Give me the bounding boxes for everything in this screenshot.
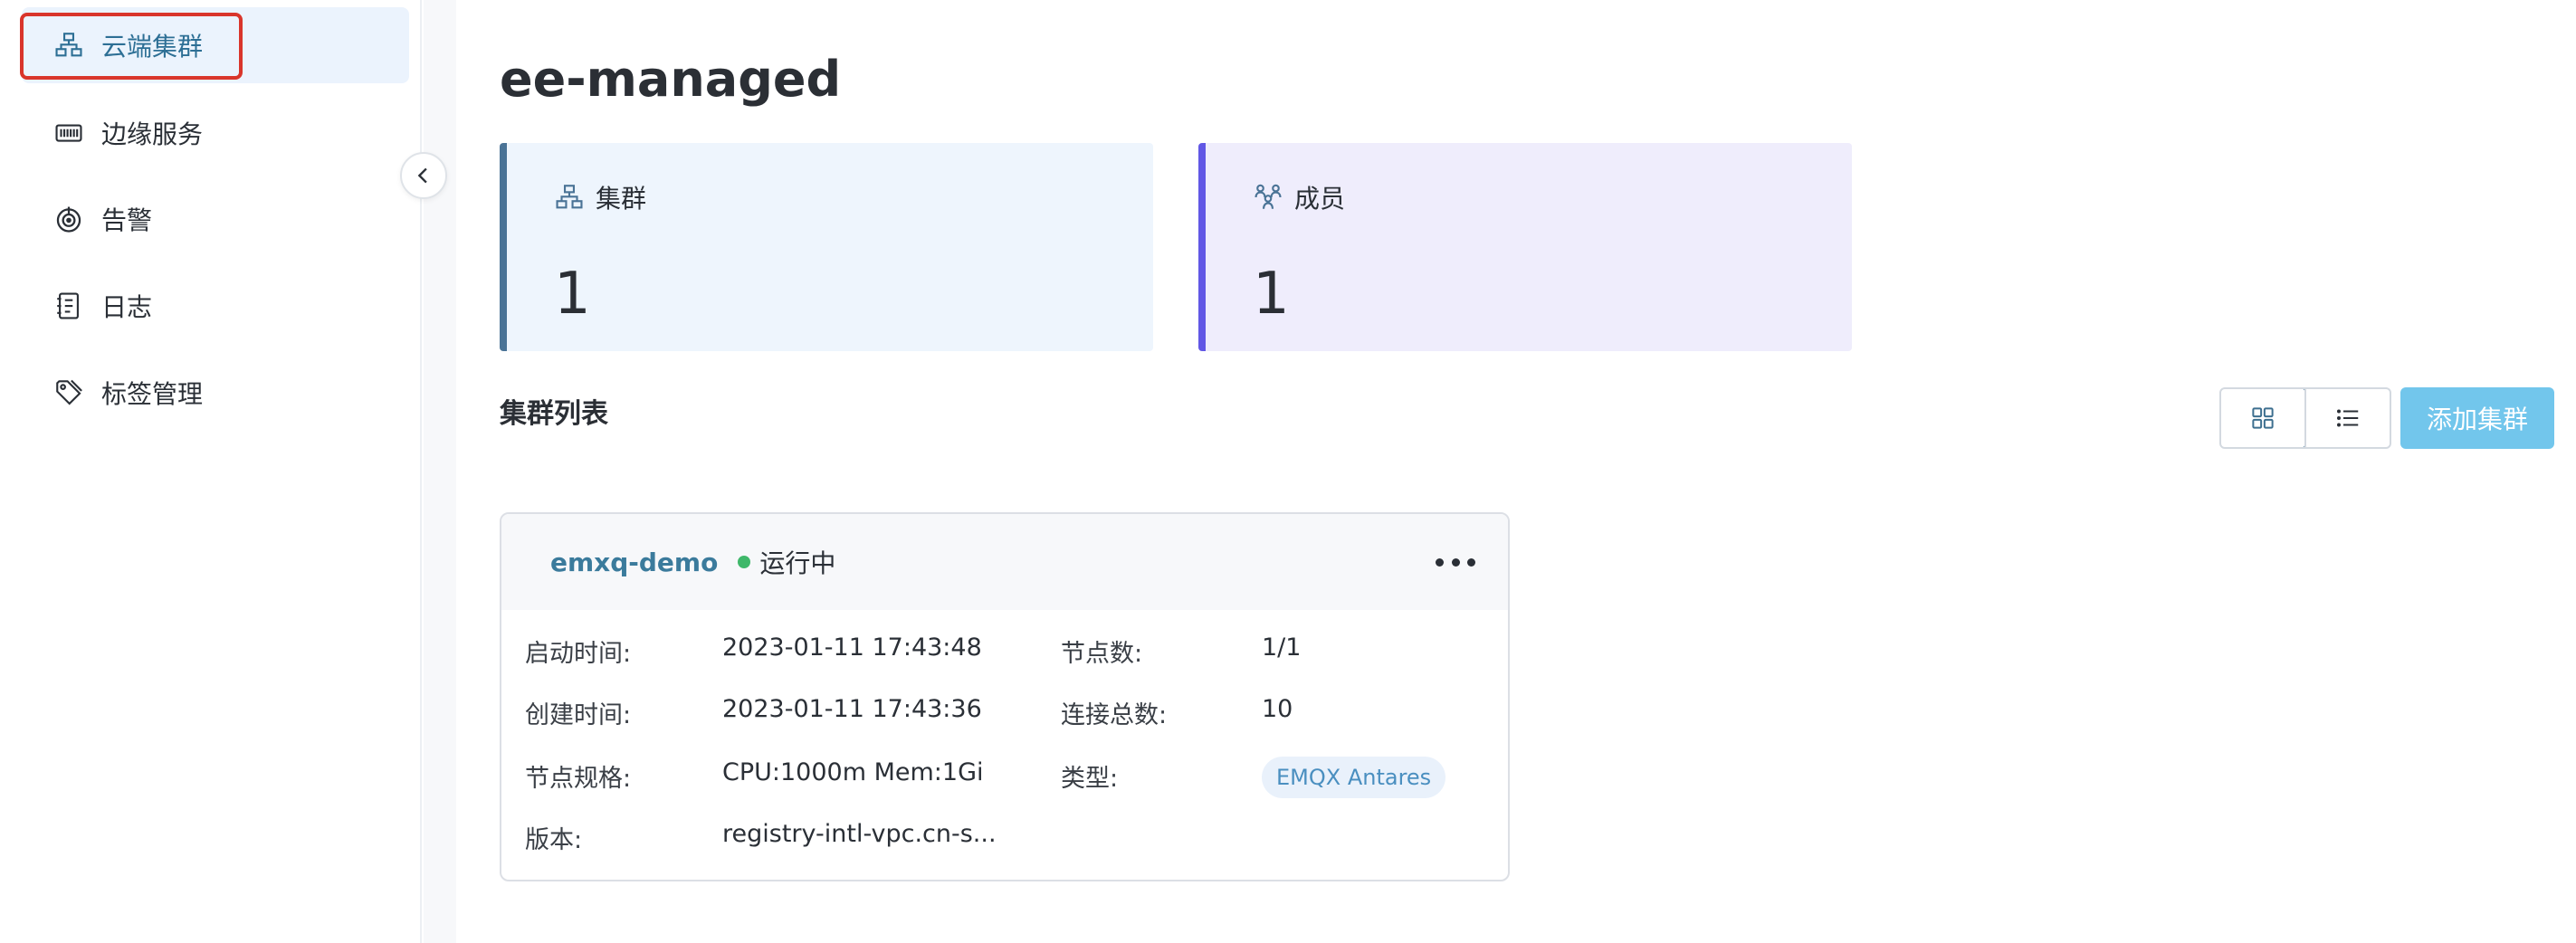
log-icon xyxy=(51,288,87,324)
view-mode-toggle xyxy=(2219,387,2391,449)
start-time-value: 2023-01-11 17:43:48 xyxy=(722,633,982,662)
cluster-list-title: 集群列表 xyxy=(500,398,608,430)
members-stat-label: 成员 xyxy=(1294,184,1346,214)
alarm-icon xyxy=(51,201,87,237)
sidebar-item-label: 日志 xyxy=(101,292,153,322)
type-tag: EMQX Antares xyxy=(1262,757,1446,798)
sidebar-item-tag-management[interactable]: 标签管理 xyxy=(22,355,409,431)
more-dot xyxy=(1467,557,1475,567)
sidebar-item-alarms[interactable]: 告警 xyxy=(22,181,409,257)
nodes-value: 1/1 xyxy=(1262,633,1302,662)
grid-icon xyxy=(2252,407,2274,429)
sidebar-item-cloud-clusters[interactable]: 云端集群 xyxy=(22,7,409,83)
sidebar-item-label: 云端集群 xyxy=(101,32,204,62)
members-stat-value: 1 xyxy=(1253,261,1290,328)
created-time-label: 创建时间: xyxy=(525,701,632,729)
more-dot xyxy=(1451,557,1460,567)
version-label: 版本: xyxy=(525,826,583,854)
sidebar-gutter xyxy=(424,0,456,943)
sidebar: 云端集群 边缘服务 告警 日志 标签管理 xyxy=(0,0,422,943)
start-time-label: 启动时间: xyxy=(525,640,632,668)
cluster-icon xyxy=(51,27,87,63)
sidebar-item-edge-services[interactable]: 边缘服务 xyxy=(22,95,409,171)
node-spec-value: CPU:1000m Mem:1Gi xyxy=(722,758,984,786)
more-options-button[interactable] xyxy=(1436,547,1475,577)
clusters-stat-label: 集群 xyxy=(596,184,647,214)
clusters-stat-card: 集群 1 xyxy=(500,143,1153,351)
cluster-card-header: emxq-demo 运行中 xyxy=(501,514,1508,610)
status-dot xyxy=(738,556,751,568)
sidebar-item-label: 标签管理 xyxy=(101,379,204,409)
connections-value: 10 xyxy=(1262,695,1293,723)
more-dot xyxy=(1436,557,1444,567)
created-time-value: 2023-01-11 17:43:36 xyxy=(722,695,982,723)
members-icon xyxy=(1255,184,1282,209)
list-view-button[interactable] xyxy=(2304,389,2390,447)
collapse-sidebar-button[interactable] xyxy=(400,152,447,199)
cluster-name-link[interactable]: emxq-demo xyxy=(550,548,718,577)
list-icon xyxy=(2337,409,2359,427)
sidebar-item-logs[interactable]: 日志 xyxy=(22,268,409,344)
node-spec-label: 节点规格: xyxy=(525,765,632,793)
nodes-label: 节点数: xyxy=(1061,640,1143,668)
cluster-icon xyxy=(556,185,583,209)
clusters-stat-value: 1 xyxy=(554,261,591,328)
page-title: ee-managed xyxy=(500,51,842,108)
members-stat-card: 成员 1 xyxy=(1198,143,1852,351)
cluster-card: emxq-demo 运行中 启动时间: 2023-01-11 17:43:48 … xyxy=(500,512,1510,881)
sidebar-item-label: 边缘服务 xyxy=(101,119,204,149)
version-value: registry-intl-vpc.cn-s... xyxy=(722,820,997,848)
status-badge: 运行中 xyxy=(759,548,836,578)
chevron-left-icon xyxy=(417,167,427,184)
add-cluster-button[interactable]: 添加集群 xyxy=(2400,387,2554,449)
edge-service-icon xyxy=(51,115,87,151)
sidebar-item-label: 告警 xyxy=(101,205,153,235)
connections-label: 连接总数: xyxy=(1061,701,1168,729)
tag-icon xyxy=(51,375,87,411)
type-label: 类型: xyxy=(1061,765,1119,793)
grid-view-button[interactable] xyxy=(2221,389,2306,447)
